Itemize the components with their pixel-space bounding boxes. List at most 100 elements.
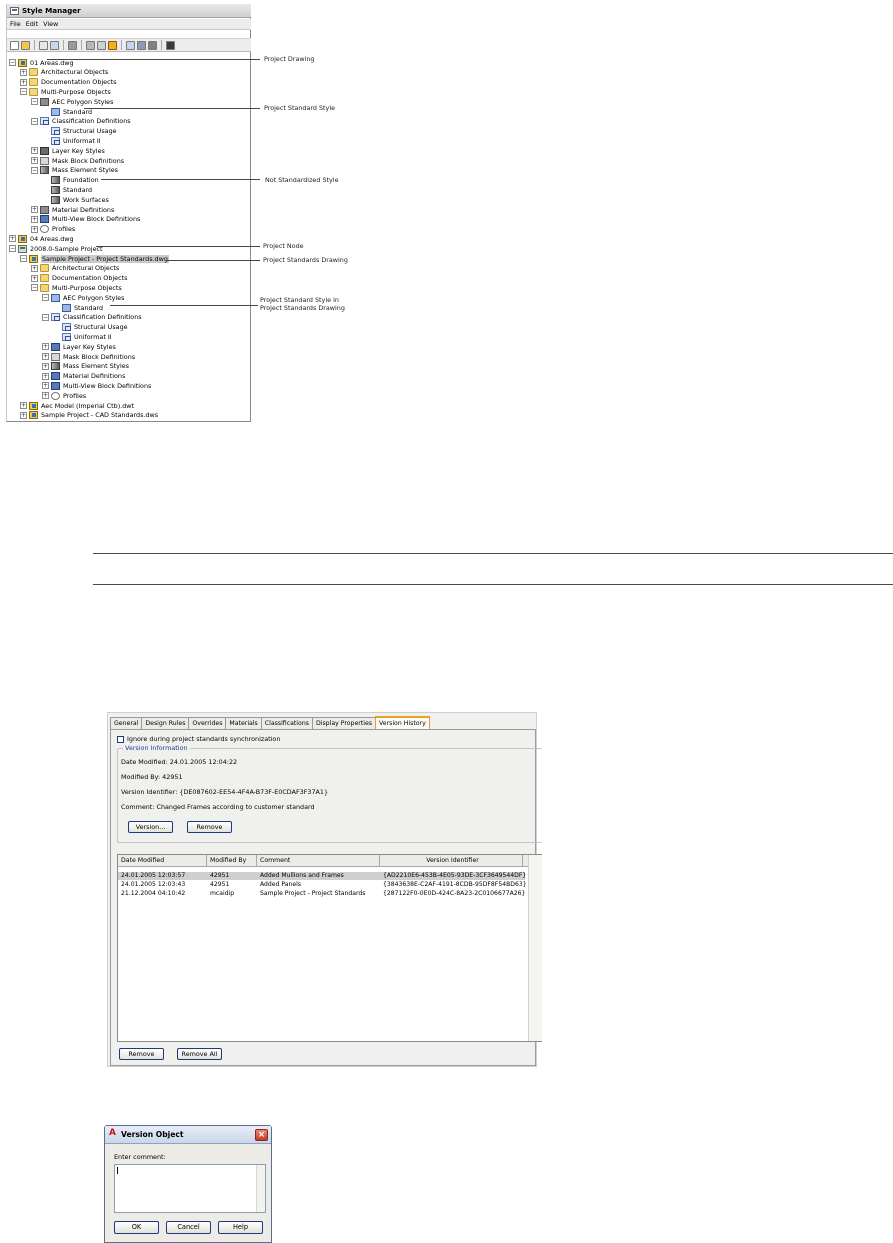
textarea-scrollbar[interactable] xyxy=(256,1165,265,1212)
dropdown-icon[interactable] xyxy=(148,40,157,50)
new-drawing-icon[interactable] xyxy=(10,40,19,50)
tree-item[interactable]: +04 Areas.dwg xyxy=(9,234,74,243)
collapse-icon[interactable]: − xyxy=(20,255,27,262)
column-modified-by[interactable]: Modified By xyxy=(207,855,257,867)
tree-item[interactable]: + Documentation Objects xyxy=(31,274,127,283)
tree-item[interactable]: + Documentation Objects xyxy=(20,78,116,87)
tree-item[interactable]: − Classification Definitions xyxy=(42,313,142,322)
expand-icon[interactable]: + xyxy=(20,68,27,76)
tree-item[interactable]: Standard xyxy=(53,303,103,312)
tree-item[interactable]: − AEC Polygon Styles xyxy=(31,97,113,106)
collapse-icon[interactable]: − xyxy=(9,245,16,253)
tree-item[interactable]: + Aec Model (Imperial Ctb).dwt xyxy=(20,401,134,410)
table-scrollbar[interactable] xyxy=(528,855,542,1041)
ignore-sync-checkbox[interactable]: Ignore during project standards synchron… xyxy=(117,735,280,743)
menu-file[interactable]: File xyxy=(10,20,21,28)
collapse-icon[interactable]: − xyxy=(42,313,49,321)
expand-icon[interactable]: + xyxy=(31,274,38,282)
toggle-view-icon[interactable] xyxy=(126,40,135,50)
menu-edit[interactable]: Edit xyxy=(26,20,38,28)
tree-item[interactable]: Structural Usage xyxy=(42,127,117,136)
collapse-icon[interactable]: − xyxy=(42,294,49,302)
sort-icon[interactable] xyxy=(97,40,106,50)
tree-item[interactable]: Work Surfaces xyxy=(42,195,109,204)
expand-icon[interactable]: + xyxy=(42,353,49,360)
remove-all-button[interactable]: Remove All xyxy=(177,1048,222,1060)
collapse-icon[interactable]: − xyxy=(31,98,38,106)
copy-icon[interactable] xyxy=(39,40,48,50)
version-button[interactable]: Version... xyxy=(128,821,173,833)
expand-icon[interactable]: + xyxy=(42,343,49,351)
tree-item[interactable]: + Profiles xyxy=(31,225,75,234)
cancel-button[interactable]: Cancel xyxy=(166,1221,211,1234)
tab-design-rules[interactable]: Design Rules xyxy=(141,717,190,729)
expand-icon[interactable]: + xyxy=(42,382,49,390)
tree-item[interactable]: Structural Usage xyxy=(53,323,128,332)
tree-item[interactable]: Uniformat II xyxy=(53,332,112,341)
column-version-identifier[interactable]: Version Identifier xyxy=(380,855,523,867)
tab-materials[interactable]: Materials xyxy=(225,717,262,729)
tab-overrides[interactable]: Overrides xyxy=(188,717,227,729)
tab-display-properties[interactable]: Display Properties xyxy=(311,717,377,729)
tree-item[interactable]: − AEC Polygon Styles xyxy=(42,293,124,302)
tree-item[interactable]: + Profiles xyxy=(42,391,86,400)
remove-version-button[interactable]: Remove xyxy=(187,821,232,833)
table-row[interactable]: 21.12.2004 04:10:42 mcaidip Sample Project… xyxy=(118,890,525,898)
tree-item[interactable]: − Classification Definitions xyxy=(31,117,131,126)
warning-icon[interactable] xyxy=(108,40,117,50)
expand-icon[interactable]: + xyxy=(20,402,27,409)
column-date-modified[interactable]: Date Modified xyxy=(118,855,207,867)
tree-item[interactable]: + Layer Key Styles xyxy=(42,342,116,351)
collapse-icon[interactable]: − xyxy=(9,59,16,66)
tab-classifications[interactable]: Classifications xyxy=(260,717,313,729)
expand-icon[interactable]: + xyxy=(31,225,38,233)
tree-item[interactable]: + Multi-View Block Definitions xyxy=(31,215,140,224)
remove-button[interactable]: Remove xyxy=(119,1048,164,1060)
menu-view[interactable]: View xyxy=(43,20,58,28)
tree-item[interactable]: + Architectural Objects xyxy=(31,264,119,273)
tree-item[interactable]: + Material Definitions xyxy=(31,205,114,214)
tree-item[interactable]: Foundation xyxy=(42,176,99,185)
tab-version-history[interactable]: Version History xyxy=(375,716,430,729)
close-icon[interactable]: × xyxy=(255,1129,268,1141)
table-row[interactable]: 24.01.2005 12:03:43 42951 Added Panels {384… xyxy=(118,881,527,889)
tree-item[interactable]: + Multi-View Block Definitions xyxy=(42,381,151,390)
ok-button[interactable]: OK xyxy=(114,1221,159,1234)
tree-item[interactable]: + Layer Key Styles xyxy=(31,146,105,155)
tree-item[interactable]: + Material Definitions xyxy=(42,372,125,381)
tree-item[interactable]: − 2008.0-Sample Project xyxy=(9,244,103,253)
expand-icon[interactable]: + xyxy=(9,235,16,243)
tree-item[interactable]: − Mass Element Styles xyxy=(31,166,118,175)
tree-item[interactable]: Standard xyxy=(42,185,92,194)
checkbox-box[interactable] xyxy=(117,735,124,743)
comment-textarea[interactable] xyxy=(114,1164,266,1213)
expand-icon[interactable]: + xyxy=(31,215,38,223)
collapse-icon[interactable]: − xyxy=(31,166,38,174)
tree-item[interactable]: − Multi-Purpose Objects xyxy=(31,283,122,292)
tree-item[interactable]: − Multi-Purpose Objects xyxy=(20,87,111,96)
expand-icon[interactable]: + xyxy=(42,362,49,370)
tree-item[interactable]: + Mask Block Definitions xyxy=(31,156,124,165)
filter-icon[interactable] xyxy=(137,40,146,50)
expand-icon[interactable]: + xyxy=(31,264,38,272)
help-button[interactable]: Help xyxy=(218,1221,263,1234)
collapse-icon[interactable]: − xyxy=(20,88,27,96)
tree-item[interactable]: + Architectural Objects xyxy=(20,68,108,77)
purge-icon[interactable] xyxy=(86,40,95,50)
tree-item[interactable]: − Sample Project - Project Standards.dwg xyxy=(20,254,169,263)
tree-item[interactable]: + Mass Element Styles xyxy=(42,362,129,371)
tree-item[interactable]: Uniformat II xyxy=(42,136,101,145)
expand-icon[interactable]: + xyxy=(20,78,27,86)
expand-icon[interactable]: + xyxy=(20,411,27,419)
tab-general[interactable]: General xyxy=(110,717,143,729)
expand-icon[interactable]: + xyxy=(31,206,38,213)
collapse-icon[interactable]: − xyxy=(31,284,38,292)
expand-icon[interactable]: + xyxy=(42,392,49,400)
tree-item[interactable]: + Sample Project - CAD Standards.dws xyxy=(20,411,158,420)
edit-style-icon[interactable] xyxy=(68,40,77,50)
expand-icon[interactable]: + xyxy=(42,372,49,380)
table-row[interactable]: 24.01.2005 12:03:57 42951 Added Mullions a… xyxy=(118,872,526,880)
column-comment[interactable]: Comment xyxy=(257,855,380,867)
project-standards-icon[interactable] xyxy=(166,40,175,50)
tree-item[interactable]: + Mask Block Definitions xyxy=(42,352,135,361)
